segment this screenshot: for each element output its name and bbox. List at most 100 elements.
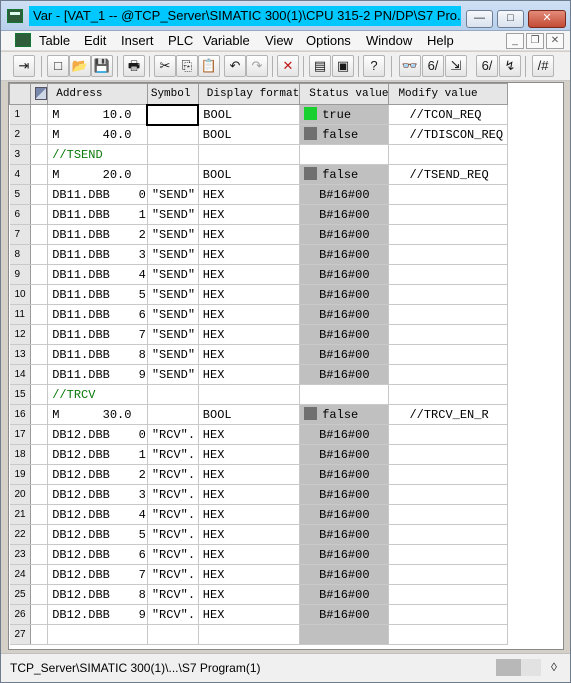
cut-icon[interactable]: ✂ [154,55,176,77]
symbol-cell[interactable]: "RCV". [147,524,199,545]
address-cell[interactable]: //TSEND [47,144,148,165]
symbol-cell[interactable]: "RCV". [147,504,199,525]
row-number[interactable]: 7 [9,224,31,245]
modify-value-cell[interactable] [388,524,508,545]
monitor-icon[interactable]: ▤ [309,55,331,77]
table-row[interactable]: 4 M 20.0 BOOL false //TSEND_REQ [9,164,508,185]
row-number[interactable]: 23 [9,544,31,565]
display-format-cell[interactable]: HEX [198,584,301,605]
display-format-cell[interactable]: HEX [198,444,301,465]
variable-table-area[interactable]: Address Symbol Display format Status val… [8,82,564,650]
symbol-cell[interactable]: "RCV". [147,544,199,565]
table-row[interactable]: 26 DB12.DBB 9 "RCV". HEX B#16#00 [9,604,508,625]
row-number[interactable]: 16 [9,404,31,425]
modify-value-cell[interactable] [388,464,508,485]
modify-value-cell[interactable] [388,224,508,245]
monitor-variable-icon[interactable]: 6/ [422,55,444,77]
row-number[interactable]: 25 [9,584,31,605]
symbol-cell[interactable]: "SEND" [147,244,199,265]
mdi-close-button[interactable]: ✕ [546,33,564,49]
modify-value-cell[interactable]: //TRCV_EN_R [388,404,508,425]
address-cell[interactable]: DB12.DBB 5 [47,524,148,545]
table-row[interactable]: 19 DB12.DBB 2 "RCV". HEX B#16#00 [9,464,508,485]
mdi-minimize-button[interactable]: _ [506,33,524,49]
address-cell[interactable]: DB12.DBB 2 [47,464,148,485]
modify-value-cell[interactable] [388,584,508,605]
modify-value-cell[interactable] [388,364,508,385]
document-system-menu-icon[interactable] [15,33,31,47]
menu-variable[interactable]: Variable [200,32,253,50]
table-row[interactable]: 23 DB12.DBB 6 "RCV". HEX B#16#00 [9,544,508,565]
address-cell[interactable]: DB11.DBB 0 [47,184,148,205]
display-format-cell[interactable]: BOOL [198,164,301,185]
display-format-cell[interactable]: HEX [198,424,301,445]
display-format-cell[interactable]: HEX [198,344,301,365]
display-format-cell[interactable]: HEX [198,264,301,285]
modify-value-cell[interactable] [388,184,508,205]
modify-value-cell[interactable] [388,544,508,565]
table-row[interactable]: 9 DB11.DBB 4 "SEND" HEX B#16#00 [9,264,508,285]
symbol-cell[interactable] [146,103,200,126]
row-number[interactable]: 18 [9,444,31,465]
table-row[interactable]: 8 DB11.DBB 3 "SEND" HEX B#16#00 [9,244,508,265]
title-bar[interactable]: Var - [VAT_1 -- @TCP_Server\SIMATIC 300(… [1,1,570,31]
display-format-cell[interactable] [198,624,301,645]
address-cell[interactable]: M 20.0 [47,164,148,185]
row-number[interactable]: 3 [9,144,31,165]
modify-value-cell[interactable] [388,484,508,505]
table-row[interactable]: 15 //TRCV [9,384,508,405]
address-cell[interactable]: DB11.DBB 4 [47,264,148,285]
display-format-cell[interactable]: HEX [198,284,301,305]
symbol-cell[interactable]: "RCV". [147,564,199,585]
modify-value-cell[interactable] [388,244,508,265]
address-cell[interactable]: DB12.DBB 7 [47,564,148,585]
symbol-cell[interactable]: "SEND" [147,364,199,385]
print-icon[interactable]: 🖶 [123,55,145,77]
symbol-cell[interactable] [147,124,199,145]
display-format-cell[interactable]: HEX [198,224,301,245]
address-cell[interactable]: DB12.DBB 3 [47,484,148,505]
display-format-cell[interactable]: HEX [198,244,301,265]
row-number[interactable]: 4 [9,164,31,185]
tools-icon[interactable]: /# [532,55,554,77]
row-number[interactable]: 27 [9,624,31,645]
row-number[interactable]: 12 [9,324,31,345]
menu-edit[interactable]: Edit [81,32,109,50]
display-format-cell[interactable] [198,384,301,405]
symbol-cell[interactable] [147,404,199,425]
symbol-cell[interactable]: "SEND" [147,324,199,345]
address-cell[interactable]: DB11.DBB 8 [47,344,148,365]
address-cell[interactable]: DB11.DBB 6 [47,304,148,325]
redo-icon[interactable]: ↷ [246,55,268,77]
display-format-cell[interactable]: HEX [198,484,301,505]
address-cell[interactable]: DB12.DBB 0 [47,424,148,445]
row-number[interactable]: 24 [9,564,31,585]
menu-table[interactable]: Table [36,32,73,50]
symbol-cell[interactable]: "RCV". [147,424,199,445]
display-format-cell[interactable]: HEX [198,524,301,545]
row-number[interactable]: 21 [9,504,31,525]
minimize-button[interactable]: — [466,10,493,28]
display-format-cell[interactable]: BOOL [198,104,301,125]
symbol-cell[interactable]: "SEND" [147,304,199,325]
table-row[interactable]: 10 DB11.DBB 5 "SEND" HEX B#16#00 [9,284,508,305]
row-number[interactable]: 17 [9,424,31,445]
modify-value-cell[interactable] [388,604,508,625]
modify-icon[interactable]: 6/ [476,55,498,77]
table-row[interactable]: 20 DB12.DBB 3 "RCV". HEX B#16#00 [9,484,508,505]
symbol-cell[interactable]: "RCV". [147,604,199,625]
undo-icon[interactable]: ↶ [224,55,246,77]
modify-value-column-header[interactable]: Modify value [388,83,508,105]
symbol-cell[interactable]: "RCV". [147,464,199,485]
row-number[interactable]: 22 [9,524,31,545]
display-format-cell[interactable]: HEX [198,564,301,585]
display-format-cell[interactable]: HEX [198,184,301,205]
delete-icon[interactable]: ✕ [277,55,299,77]
paste-icon[interactable]: 📋 [198,55,220,77]
table-row[interactable]: 3 //TSEND [9,144,508,165]
row-number[interactable]: 6 [9,204,31,225]
address-cell[interactable]: DB11.DBB 9 [47,364,148,385]
symbol-cell[interactable]: "SEND" [147,224,199,245]
address-cell[interactable]: DB12.DBB 8 [47,584,148,605]
table-row[interactable]: 16 M 30.0 BOOL false //TRCV_EN_R [9,404,508,425]
